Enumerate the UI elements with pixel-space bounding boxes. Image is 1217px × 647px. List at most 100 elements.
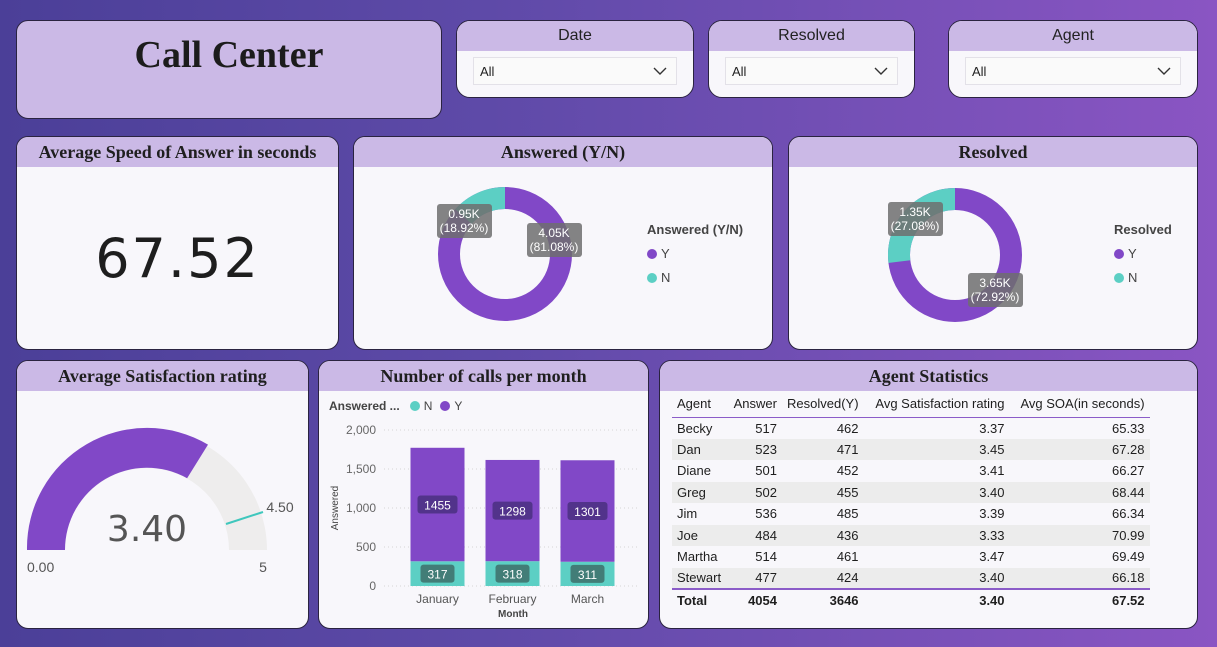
col-agent[interactable]: Agent: [672, 391, 728, 418]
table-cell: Martha: [677, 549, 718, 565]
answered-legend-y[interactable]: Y: [647, 246, 743, 261]
x-tick-label: February: [488, 592, 536, 606]
table-total-cell: 3.40: [863, 588, 1010, 611]
table-row[interactable]: Dan 523 471 3.45 67.28: [672, 438, 1150, 460]
col-avg-soa[interactable]: Avg SOA(in seconds): [1009, 391, 1150, 418]
table-row[interactable]: Stewart 477 424 3.40 66.18: [672, 567, 1150, 589]
resolved-legend-y[interactable]: Y: [1114, 246, 1172, 261]
table-row[interactable]: Jim 536 485 3.39 66.34: [672, 503, 1150, 525]
col-avg-satisfaction[interactable]: Avg Satisfaction rating: [863, 391, 1010, 418]
table-total-cell: 67.52: [1009, 588, 1150, 611]
table-cell: 66.27: [1111, 463, 1145, 479]
col-resolved[interactable]: Resolved(Y): [782, 391, 864, 418]
table-row[interactable]: Martha 514 461 3.47 69.49: [672, 546, 1150, 568]
date-select[interactable]: All: [473, 57, 677, 85]
gauge-value: 3.40: [107, 509, 187, 550]
calls-bar-chart: 2,000 1,500 1,000 500 0 Answered Month 317 1455 J…: [330, 423, 639, 620]
table-cell: 3.39: [979, 506, 1005, 522]
col-answer[interactable]: Answer: [728, 391, 782, 418]
answered-n-value: 0.95K: [448, 207, 479, 221]
agent-select-value: All: [972, 63, 987, 79]
resolved-filter[interactable]: Resolved All: [708, 20, 915, 98]
table-cell: 514: [755, 549, 777, 565]
answered-y-pct: (81.08%): [530, 240, 579, 254]
table-cell: 471: [782, 438, 864, 460]
table-cell: 70.99: [1009, 524, 1150, 546]
gauge-max: 5: [259, 559, 267, 575]
answered-legend-title: Answered (Y/N): [647, 222, 744, 237]
answered-legend-n[interactable]: N: [647, 270, 743, 285]
table-cell: 68.44: [1009, 481, 1150, 503]
resolved-card: Resolved 1.35K (27.08%) 3.65K (72.92%) R…: [788, 136, 1198, 350]
resolved-legend-n[interactable]: N: [1114, 270, 1172, 285]
table-cell: 3.37: [979, 420, 1005, 436]
resolved-y-pct: (72.92%): [971, 290, 1020, 304]
resolved-select[interactable]: All: [725, 57, 898, 85]
asa-title: Average Speed of Answer in seconds: [17, 137, 338, 167]
resolved-legend-y-label: Y: [1128, 246, 1137, 261]
table-header-row: Agent Answer Resolved(Y) Avg Satisfactio…: [672, 391, 1150, 418]
table-cell: Greg: [672, 481, 728, 503]
y-tick-label: 0: [369, 579, 376, 593]
table-total-cell: 4054: [728, 588, 782, 611]
table-cell: 3.40: [863, 567, 1010, 589]
table-cell: 67.28: [1009, 438, 1150, 460]
date-filter-label: Date: [457, 21, 693, 51]
answered-y-value: 4.05K: [538, 226, 569, 240]
x-tick-label: January: [416, 592, 459, 606]
page-title: Call Center: [134, 34, 324, 76]
data-label-y: 1298: [499, 505, 526, 519]
agent-stats-title: Agent Statistics: [660, 361, 1197, 391]
resolved-legend-title: Resolved: [1114, 222, 1172, 237]
table-cell: 3.45: [863, 438, 1010, 460]
table-row[interactable]: Greg 502 455 3.40 68.44: [672, 481, 1150, 503]
table-total-row: Total 4054 3646 3.40 67.52: [672, 588, 1150, 611]
table-cell: 3.40: [863, 481, 1010, 503]
y-tick-label: 1,500: [346, 462, 376, 476]
table-cell: 455: [782, 481, 864, 503]
answered-legend: Answered (Y/N) Y N: [647, 222, 743, 285]
resolved-title: Resolved: [789, 137, 1197, 167]
chevron-down-icon[interactable]: [1156, 64, 1172, 78]
table-cell: 462: [836, 420, 859, 436]
table-cell: 66.18: [1009, 567, 1150, 589]
teal-dot-icon: [1114, 272, 1124, 283]
satisfaction-gauge: 3.40 0.00 5 4.50: [26, 427, 294, 575]
table-cell: 536: [755, 506, 777, 522]
date-filter[interactable]: Date All: [456, 20, 694, 98]
gauge-target: 4.50: [266, 499, 293, 515]
x-tick-label: March: [571, 592, 604, 606]
data-label-y: 1301: [574, 505, 601, 519]
table-cell: 484: [728, 524, 782, 546]
x-axis-label: Month: [498, 609, 528, 620]
agent-select[interactable]: All: [965, 57, 1181, 85]
agent-filter-label: Agent: [949, 21, 1197, 51]
y-axis-label: Answered: [330, 486, 341, 530]
purple-dot-icon: [647, 248, 657, 259]
resolved-y-value: 3.65K: [979, 276, 1010, 290]
chevron-down-icon[interactable]: [652, 64, 668, 78]
table-cell: 436: [782, 524, 864, 546]
table-cell: 3.33: [863, 524, 1010, 546]
chevron-down-icon[interactable]: [873, 64, 889, 78]
table-row[interactable]: Joe 484 436 3.33 70.99: [672, 524, 1150, 546]
satisfaction-title: Average Satisfaction rating: [17, 361, 308, 391]
table-cell: 517: [755, 420, 777, 436]
resolved-filter-label: Resolved: [709, 21, 914, 51]
resolved-n-pct: (27.08%): [891, 219, 940, 233]
date-select-value: All: [480, 63, 495, 79]
asa-card: Average Speed of Answer in seconds 67.52: [16, 136, 339, 350]
table-cell: Joe: [672, 524, 728, 546]
table-cell: 477: [728, 567, 782, 589]
y-tick-label: 2,000: [346, 423, 376, 437]
answered-card: Answered (Y/N) 0.95K (18.92%) 4.05K (81.…: [353, 136, 773, 350]
table-row[interactable]: Diane 501 452 3.41 66.27: [672, 460, 1150, 482]
table-cell: 461: [836, 549, 859, 565]
resolved-legend: Resolved Y N: [1114, 222, 1172, 285]
table-cell: 3.41: [979, 463, 1005, 479]
table-row[interactable]: Becky 517 462 3.37 65.33: [672, 417, 1150, 439]
table-cell: Becky: [677, 420, 713, 436]
resolved-legend-n-label: N: [1128, 270, 1138, 285]
agent-table: Agent Answer Resolved(Y) Avg Satisfactio…: [672, 391, 1150, 611]
agent-filter[interactable]: Agent All: [948, 20, 1198, 98]
